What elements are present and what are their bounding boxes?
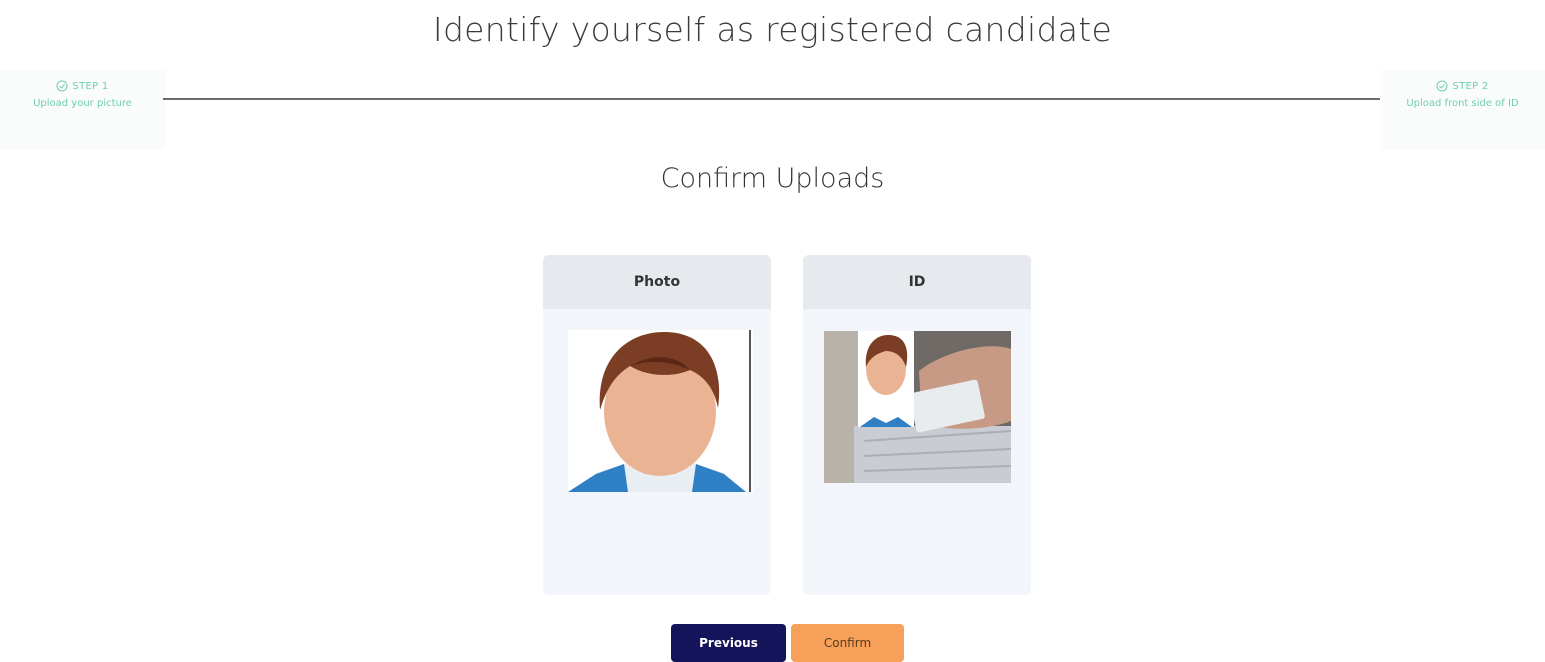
- check-circle-icon: [1436, 80, 1448, 92]
- id-card: ID: [803, 255, 1031, 595]
- confirm-button[interactable]: Confirm: [791, 624, 904, 662]
- step-1-description: Upload your picture: [33, 98, 132, 109]
- step-2-description: Upload front side of ID: [1406, 98, 1519, 109]
- photo-card-header: Photo: [543, 255, 771, 309]
- page-title: Identify yourself as registered candidat…: [432, 10, 1113, 49]
- step-2[interactable]: STEP 2 Upload front side of ID: [1380, 70, 1545, 150]
- photo-card-body: [543, 309, 771, 595]
- previous-button[interactable]: Previous: [671, 624, 786, 662]
- step-1[interactable]: STEP 1 Upload your picture: [0, 70, 165, 150]
- step-1-head: STEP 1: [0, 80, 165, 92]
- progress-line: [163, 98, 1383, 100]
- avatar-placeholder-image: [568, 330, 753, 492]
- id-card-body: [803, 309, 1031, 595]
- id-card-header: ID: [803, 255, 1031, 309]
- step-2-head: STEP 2: [1380, 80, 1545, 92]
- id-card-image: [824, 331, 1011, 483]
- photo-card: Photo: [543, 255, 771, 595]
- check-circle-icon: [56, 80, 68, 92]
- confirm-uploads-title: Confirm Uploads: [660, 163, 885, 194]
- step-1-label: STEP 1: [72, 80, 109, 92]
- step-2-label: STEP 2: [1452, 80, 1489, 92]
